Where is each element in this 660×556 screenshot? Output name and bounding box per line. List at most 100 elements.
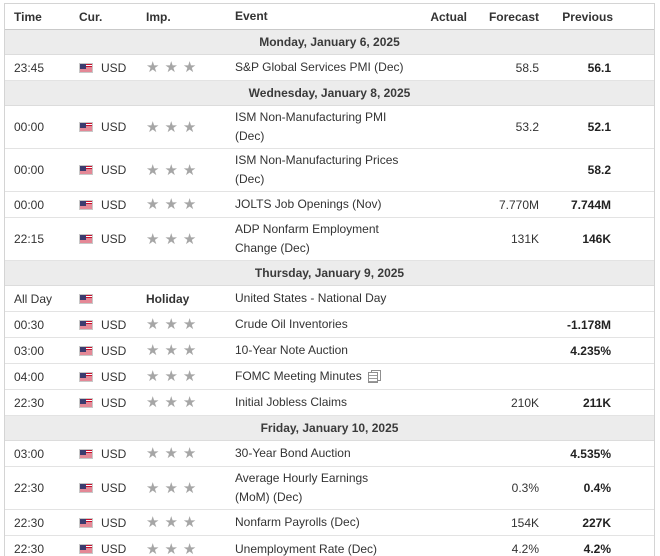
event-name[interactable]: Unemployment Rate (Dec) (235, 542, 377, 556)
previous-value: 4.235% (570, 343, 611, 358)
importance-cell: ★ ★ ★ (146, 163, 235, 178)
event-name[interactable]: ISM Non-Manufacturing Prices (Dec) (235, 153, 398, 186)
table-row[interactable]: All Day Holiday United States - National D… (5, 286, 654, 312)
holiday-label: Holiday (146, 291, 190, 306)
event-name[interactable]: ISM Non-Manufacturing PMI (Dec) (235, 110, 386, 143)
column-header-event[interactable]: Event (235, 7, 406, 26)
event-time: 22:30 (14, 481, 45, 495)
column-header-previous[interactable]: Previous (540, 10, 623, 24)
event-name[interactable]: 10-Year Note Auction (235, 343, 348, 357)
us-flag-icon (79, 544, 93, 554)
table-body: Monday, January 6, 2025 23:45 USD ★ ★ ★ S&P Gl… (5, 30, 654, 556)
event-name[interactable]: FOMC Meeting Minutes (235, 369, 362, 383)
previous-value: -1.178M (566, 317, 611, 332)
currency-cell: USD (71, 198, 146, 212)
column-header-time[interactable]: Time (5, 10, 71, 24)
table-row[interactable]: 22:30 USD ★ ★ ★ Nonfarm Payrolls (Dec) 154K 227… (5, 510, 654, 536)
event-name-cell[interactable]: 30-Year Bond Auction (235, 444, 406, 463)
event-name-cell[interactable]: 10-Year Note Auction (235, 341, 406, 360)
event-name-cell[interactable]: United States - National Day (235, 289, 406, 308)
importance-star-icon: ★ (164, 540, 178, 556)
currency-cell: USD (71, 120, 146, 134)
event-name-cell[interactable]: Initial Jobless Claims (235, 393, 406, 412)
previous-value: 56.1 (587, 60, 611, 75)
event-name[interactable]: Initial Jobless Claims (235, 395, 347, 409)
table-row[interactable]: 23:45 USD ★ ★ ★ S&P Global Services PMI (Dec)… (5, 55, 654, 81)
currency-code: USD (101, 120, 127, 134)
event-time: 22:30 (14, 395, 45, 410)
event-name[interactable]: Average Hourly Earnings (MoM) (Dec) (235, 471, 368, 504)
event-time: All Day (14, 291, 53, 306)
us-flag-icon (79, 397, 93, 408)
event-name-cell[interactable]: FOMC Meeting Minutes (235, 367, 406, 386)
table-row[interactable]: 22:30 USD ★ ★ ★ Initial Jobless Claims 210K 211… (5, 390, 654, 416)
event-name-cell[interactable]: ISM Non-Manufacturing PMI (Dec) (235, 108, 406, 146)
column-header-importance[interactable]: Imp. (146, 10, 235, 24)
event-name-cell[interactable]: Unemployment Rate (Dec) (235, 540, 406, 556)
event-name-cell[interactable]: JOLTS Job Openings (Nov) (235, 195, 406, 214)
importance-star-icon: ★ (146, 479, 160, 497)
column-header-actual[interactable]: Actual (406, 10, 470, 24)
table-row[interactable]: 00:00 USD ★ ★ ★ JOLTS Job Openings (Nov) 7.770… (5, 192, 654, 218)
us-flag-icon (79, 345, 93, 356)
day-header: Friday, January 10, 2025 (5, 416, 654, 441)
currency-cell: USD (71, 542, 146, 556)
importance-star-icon: ★ (146, 368, 160, 385)
currency-code: USD (101, 542, 127, 556)
event-name-cell[interactable]: Average Hourly Earnings (MoM) (Dec) (235, 469, 406, 507)
us-flag-icon (79, 199, 93, 210)
table-row[interactable]: 22:15 USD ★ ★ ★ ADP Nonfarm Employment Change… (5, 218, 654, 261)
us-flag-icon (79, 293, 93, 304)
previous-value: 227K (582, 515, 611, 530)
importance-star-icon: ★ (146, 514, 160, 531)
currency-cell: USD (71, 344, 146, 358)
table-row[interactable]: 22:30 USD ★ ★ ★ Average Hourly Earnings (MoM)… (5, 467, 654, 510)
event-name[interactable]: United States - National Day (235, 291, 386, 305)
currency-cell: USD (71, 396, 146, 410)
table-row[interactable]: 04:00 USD ★ ★ ★ FOMC Meeting Minutes (5, 364, 654, 390)
event-name[interactable]: S&P Global Services PMI (Dec) (235, 60, 404, 74)
event-time: 22:30 (14, 515, 45, 530)
forecast-value: 0.3% (511, 481, 539, 495)
importance-star-icon: ★ (146, 394, 160, 411)
importance-star-icon: ★ (182, 342, 197, 359)
event-name-cell[interactable]: Nonfarm Payrolls (Dec) (235, 513, 406, 532)
table-row[interactable]: 03:00 USD ★ ★ ★ 30-Year Bond Auction 4.535% (5, 441, 654, 467)
currency-code: USD (101, 446, 127, 461)
table-row[interactable]: 22:30 USD ★ ★ ★ Unemployment Rate (Dec) 4.2% 4.… (5, 536, 654, 556)
event-name[interactable]: 30-Year Bond Auction (235, 446, 351, 460)
importance-star-icon: ★ (182, 230, 197, 248)
importance-star-icon: ★ (182, 514, 197, 531)
table-header: Time Cur. Imp. Event Actual Forecast Pre… (5, 4, 654, 30)
us-flag-icon (79, 165, 93, 175)
currency-cell: USD (71, 447, 146, 461)
forecast-value: 7.770M (498, 197, 539, 212)
currency-code: USD (101, 369, 127, 384)
currency-cell: USD (71, 163, 146, 177)
importance-star-icon: ★ (146, 316, 160, 333)
table-row[interactable]: 03:00 USD ★ ★ ★ 10-Year Note Auction 4.235% (5, 338, 654, 364)
document-icon[interactable] (367, 370, 381, 383)
table-row[interactable]: 00:00 USD ★ ★ ★ ISM Non-Manufacturing Prices … (5, 149, 654, 192)
event-name[interactable]: JOLTS Job Openings (Nov) (235, 197, 382, 211)
currency-cell: USD (71, 516, 146, 530)
event-name[interactable]: Crude Oil Inventories (235, 317, 348, 331)
column-header-forecast[interactable]: Forecast (470, 10, 540, 24)
event-name-cell[interactable]: Crude Oil Inventories (235, 315, 406, 334)
importance-star-icon: ★ (182, 161, 197, 179)
table-row[interactable]: 00:00 USD ★ ★ ★ ISM Non-Manufacturing PMI (De… (5, 106, 654, 149)
event-name-cell[interactable]: ISM Non-Manufacturing Prices (Dec) (235, 151, 406, 189)
us-flag-icon (79, 234, 93, 244)
forecast-value: 53.2 (515, 120, 539, 134)
currency-code: USD (101, 60, 127, 75)
table-row[interactable]: 00:30 USD ★ ★ ★ Crude Oil Inventories -1.178M (5, 312, 654, 338)
event-name[interactable]: ADP Nonfarm Employment Change (Dec) (235, 222, 379, 255)
event-name[interactable]: Nonfarm Payrolls (Dec) (235, 515, 360, 529)
importance-star-icon: ★ (182, 59, 197, 76)
column-header-currency[interactable]: Cur. (71, 10, 146, 24)
importance-cell: ★ ★ ★ (146, 481, 235, 496)
event-name-cell[interactable]: ADP Nonfarm Employment Change (Dec) (235, 220, 406, 258)
event-name-cell[interactable]: S&P Global Services PMI (Dec) (235, 58, 406, 77)
day-header: Thursday, January 9, 2025 (5, 261, 654, 286)
event-time: 22:15 (14, 232, 45, 246)
